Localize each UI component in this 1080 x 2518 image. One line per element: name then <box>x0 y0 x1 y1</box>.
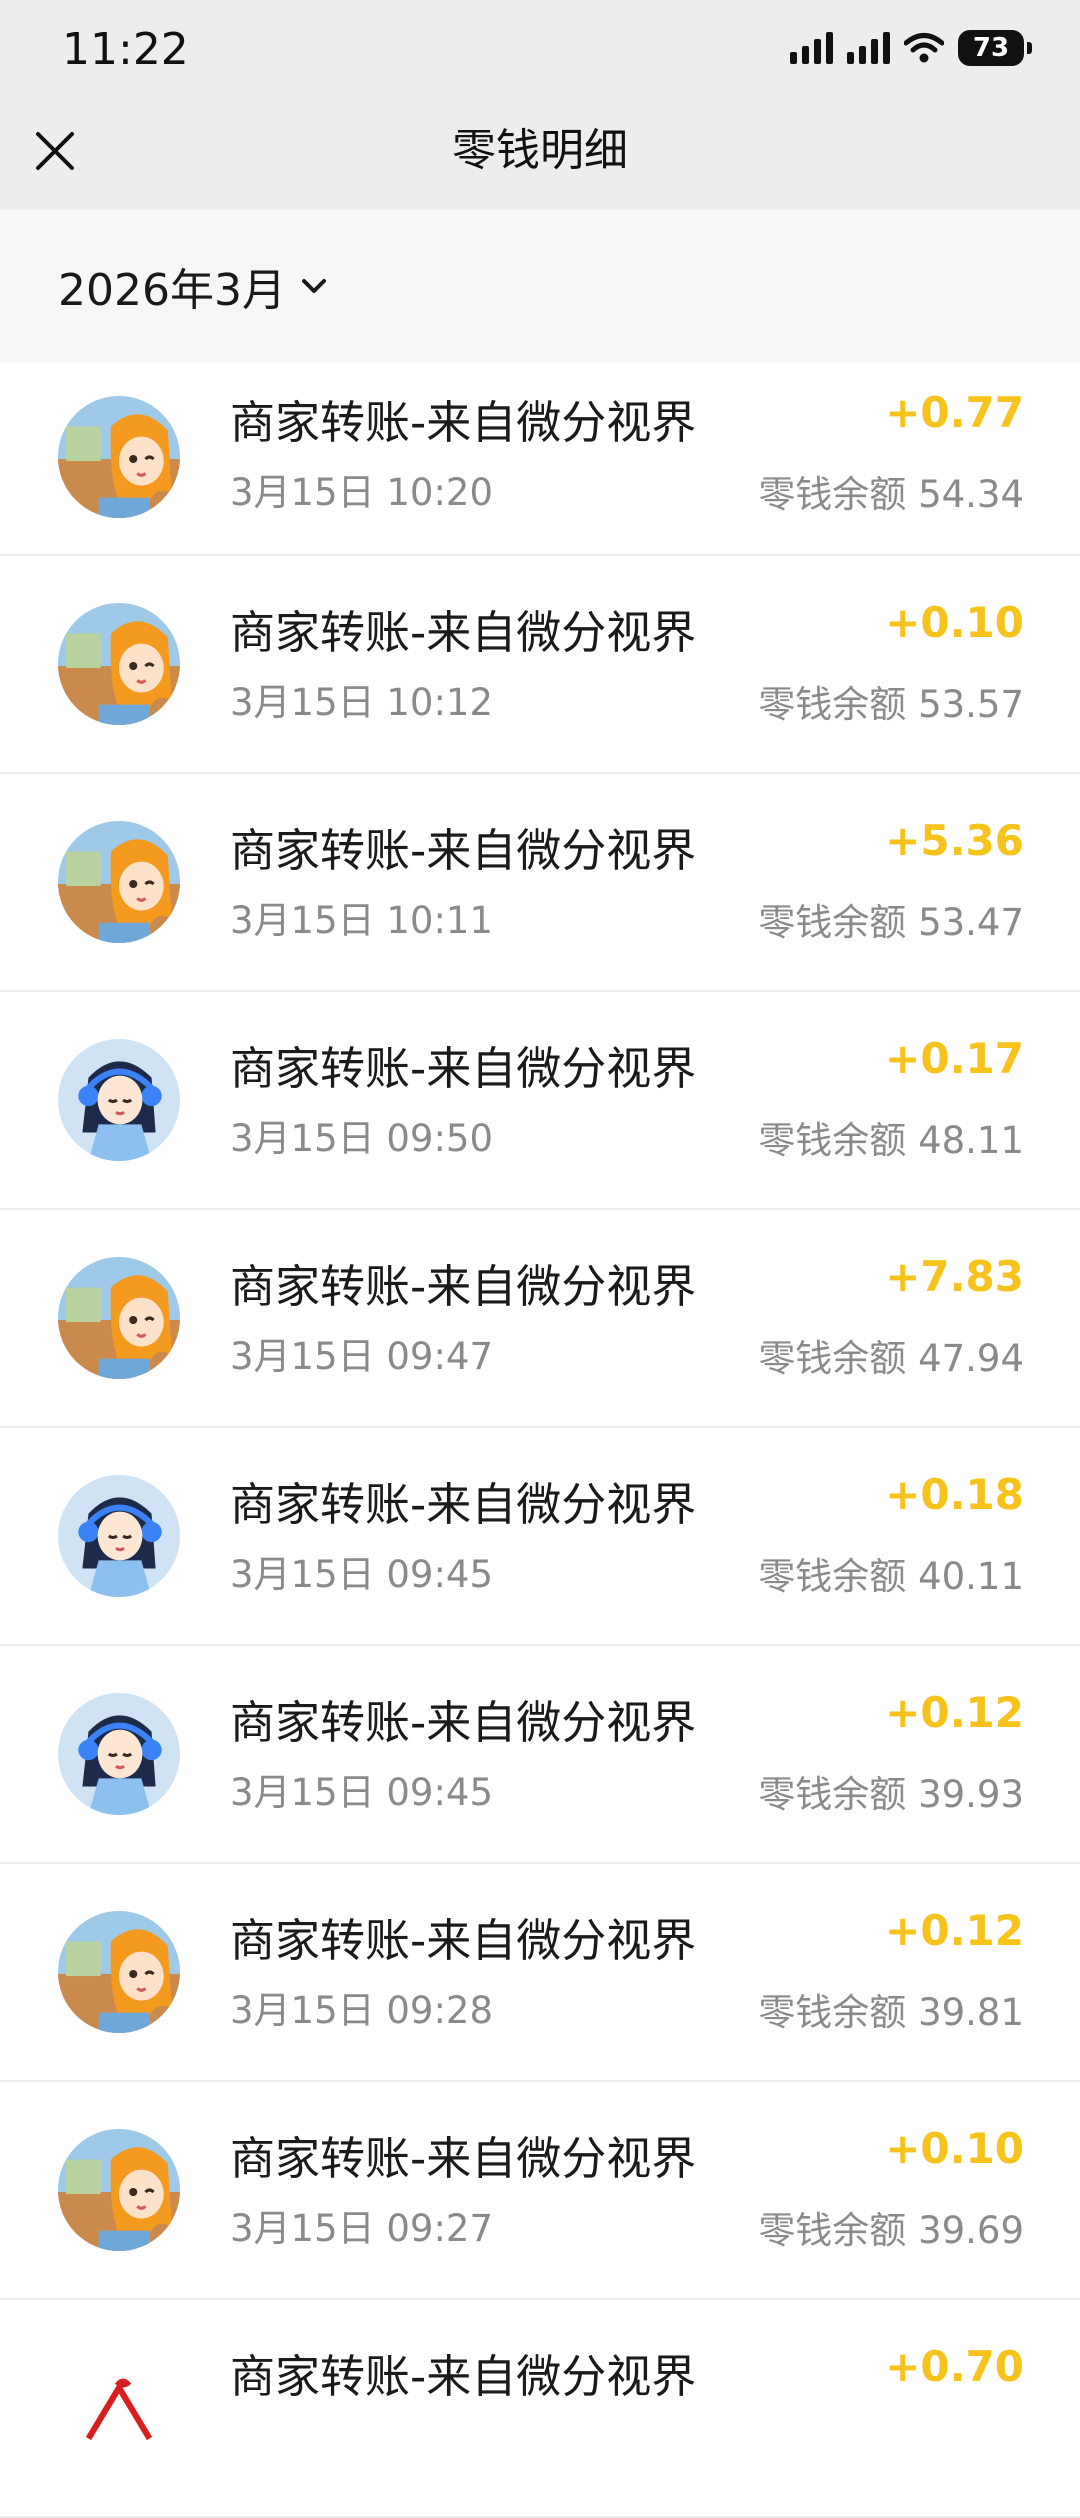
transaction-time: 3月15日 10:12 <box>230 681 494 724</box>
transaction-row[interactable]: 商家转账-来自微分视界 3月15日 09:47 +7.83 零钱余额 47.94 <box>0 1210 1080 1428</box>
transaction-list: 商家转账-来自微分视界 3月15日 10:20 +0.77 零钱余额 54.34… <box>0 362 1080 2518</box>
transaction-amount: +0.10 <box>885 598 1024 647</box>
transaction-amount: +0.12 <box>885 1906 1024 1955</box>
transaction-row[interactable]: 商家转账-来自微分视界 3月15日 10:20 +0.77 零钱余额 54.34 <box>0 362 1080 556</box>
transaction-balance: 零钱余额 39.69 <box>758 2209 1024 2252</box>
transaction-time: 3月15日 09:45 <box>230 1553 494 1596</box>
transaction-amount: +0.18 <box>885 1470 1024 1519</box>
wifi-icon <box>904 33 944 63</box>
transaction-balance: 零钱余额 53.57 <box>758 683 1024 726</box>
transaction-title: 商家转账-来自微分视界 <box>230 1260 697 1313</box>
transaction-amount: +0.77 <box>885 388 1024 437</box>
anime-girl-orange-avatar <box>58 396 180 518</box>
transaction-row[interactable]: 商家转账-来自微分视界 3月15日 09:45 +0.12 零钱余额 39.93 <box>0 1646 1080 1864</box>
transaction-time: 3月15日 10:11 <box>230 899 494 942</box>
transaction-balance: 零钱余额 48.11 <box>758 1119 1024 1162</box>
transaction-row[interactable]: 商家转账-来自微分视界 3月15日 09:27 +0.10 零钱余额 39.69 <box>0 2082 1080 2300</box>
transaction-title: 商家转账-来自微分视界 <box>230 606 697 659</box>
transaction-row[interactable]: 商家转账-来自微分视界 3月15日 10:11 +5.36 零钱余额 53.47 <box>0 774 1080 992</box>
transaction-balance: 零钱余额 40.11 <box>758 1555 1024 1598</box>
transaction-title: 商家转账-来自微分视界 <box>230 1914 697 1967</box>
transaction-amount: +0.10 <box>885 2124 1024 2173</box>
transaction-title: 商家转账-来自微分视界 <box>230 2350 697 2403</box>
transaction-amount: +0.17 <box>885 1034 1024 1083</box>
transaction-time: 3月15日 09:50 <box>230 1117 494 1160</box>
transaction-row[interactable]: 商家转账-来自微分视界 3月15日 10:12 +0.10 零钱余额 53.57 <box>0 556 1080 774</box>
anime-girl-orange-avatar <box>58 821 180 943</box>
top-header: 11:22 73 零钱明细 <box>0 0 1080 210</box>
transaction-amount: +5.36 <box>885 816 1024 865</box>
transaction-time: 3月15日 10:20 <box>230 471 494 514</box>
transaction-balance: 零钱余额 39.93 <box>758 1773 1024 1816</box>
month-selector[interactable]: 2026年3月 <box>58 254 328 318</box>
anime-girl-orange-avatar <box>58 603 180 725</box>
anime-girl-blue-avatar <box>58 1693 180 1815</box>
cellular-signal-icon <box>790 32 833 64</box>
transaction-row[interactable]: 商家转账-来自微分视界 3月15日 09:50 +0.17 零钱余额 48.11 <box>0 992 1080 1210</box>
nav-bar: 零钱明细 <box>0 100 1080 210</box>
transaction-title: 商家转账-来自微分视界 <box>230 1696 697 1749</box>
transaction-time: 3月15日 09:27 <box>230 2207 494 2250</box>
page-title: 零钱明细 <box>452 125 628 176</box>
transaction-time: 3月15日 09:45 <box>230 1771 494 1814</box>
status-time: 11:22 <box>62 24 189 75</box>
status-bar: 11:22 73 <box>0 0 1080 100</box>
red-logo-avatar <box>58 2347 180 2469</box>
battery-indicator: 73 <box>958 30 1032 66</box>
anime-girl-orange-avatar <box>58 2129 180 2251</box>
anime-girl-blue-avatar <box>58 1475 180 1597</box>
transaction-title: 商家转账-来自微分视界 <box>230 1478 697 1531</box>
transaction-title: 商家转账-来自微分视界 <box>230 2132 697 2185</box>
transaction-row[interactable]: 商家转账-来自微分视界 3月15日 09:45 +0.18 零钱余额 40.11 <box>0 1428 1080 1646</box>
transaction-title: 商家转账-来自微分视界 <box>230 824 697 877</box>
chevron-down-icon <box>301 279 326 293</box>
month-filter-bar: 2026年3月 <box>0 210 1080 362</box>
anime-girl-orange-avatar <box>58 1257 180 1379</box>
month-label: 2026年3月 <box>58 265 286 316</box>
transaction-balance: 零钱余额 39.81 <box>758 1991 1024 2034</box>
transaction-row[interactable]: 商家转账-来自微分视界 3月15日 09:28 +0.12 零钱余额 39.81 <box>0 1864 1080 2082</box>
transaction-title: 商家转账-来自微分视界 <box>230 396 697 449</box>
transaction-balance: 零钱余额 47.94 <box>758 1337 1024 1380</box>
transaction-balance: 零钱余额 54.34 <box>758 473 1024 516</box>
transaction-amount: +0.12 <box>885 1688 1024 1737</box>
transaction-row[interactable]: 商家转账-来自微分视界 +0.70 <box>0 2300 1080 2518</box>
transaction-amount: +7.83 <box>885 1252 1024 1301</box>
anime-girl-blue-avatar <box>58 1039 180 1161</box>
status-icons: 73 <box>790 28 1032 68</box>
transaction-amount: +0.70 <box>885 2342 1024 2391</box>
anime-girl-orange-avatar <box>58 1911 180 2033</box>
transaction-balance: 零钱余额 53.47 <box>758 901 1024 944</box>
transaction-time: 3月15日 09:47 <box>230 1335 494 1378</box>
transaction-title: 商家转账-来自微分视界 <box>230 1042 697 1095</box>
transaction-time: 3月15日 09:28 <box>230 1989 494 2032</box>
cellular-signal-2-icon <box>847 32 890 64</box>
